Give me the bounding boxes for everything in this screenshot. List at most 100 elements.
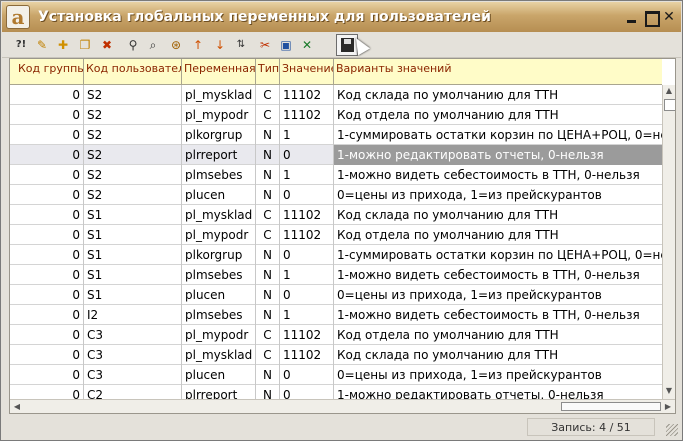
cell-value[interactable]: 0 [280, 245, 334, 265]
cell-value[interactable]: 11102 [280, 105, 334, 125]
table-row[interactable]: 0 S2 pl_mysklad C 11102 Код склада по умолчан… [10, 85, 662, 105]
cell-group[interactable]: 0 [10, 285, 84, 305]
table-row[interactable]: 0 S1 plucen N 0 0=цены из прихода, 1=из прейс… [10, 285, 662, 305]
new-record-icon[interactable]: ✚ [54, 36, 72, 54]
cell-user[interactable]: S2 [84, 125, 182, 145]
excel-export-icon[interactable]: ✕ [298, 36, 316, 54]
cell-user[interactable]: C3 [84, 345, 182, 365]
cell-variants[interactable]: 1-можно редактировать отчеты, 0-нельзя [334, 145, 662, 165]
cell-type[interactable]: N [256, 245, 280, 265]
delete-record-icon[interactable]: ✖ [98, 36, 116, 54]
column-header-user[interactable]: Код пользователя [84, 59, 182, 84]
cell-user[interactable]: S2 [84, 185, 182, 205]
cell-variable[interactable]: plkorgrup [182, 245, 256, 265]
cell-value[interactable]: 1 [280, 165, 334, 185]
table-row[interactable]: 0 S2 plucen N 0 0=цены из прихода, 1=из прейс… [10, 185, 662, 205]
cell-user[interactable]: C3 [84, 365, 182, 385]
cell-user[interactable]: S1 [84, 245, 182, 265]
cell-variants[interactable]: 0=цены из прихода, 1=из прейскурантов [334, 285, 662, 305]
cell-value[interactable]: 1 [280, 125, 334, 145]
column-header-type[interactable]: Тип [256, 59, 280, 84]
table-row[interactable]: 0 S1 pl_mypodr C 11102 Код отдела по умолчани… [10, 225, 662, 245]
help-icon[interactable]: ?! [12, 36, 30, 54]
scroll-up-icon[interactable]: ▲ [664, 86, 674, 96]
cell-value[interactable]: 11102 [280, 225, 334, 245]
table-row[interactable]: 0 S1 pl_mysklad C 11102 Код склада по умолчан… [10, 205, 662, 225]
cell-type[interactable]: N [256, 125, 280, 145]
maximize-button[interactable] [643, 9, 660, 27]
cell-variable[interactable]: plkorgrup [182, 125, 256, 145]
cell-type[interactable]: N [256, 305, 280, 325]
cell-type[interactable]: N [256, 145, 280, 165]
cell-variable[interactable]: pl_mypodr [182, 105, 256, 125]
cell-group[interactable]: 0 [10, 185, 84, 205]
cell-user[interactable]: S2 [84, 85, 182, 105]
cell-variable[interactable]: pl_mysklad [182, 85, 256, 105]
cell-type[interactable]: C [256, 105, 280, 125]
find-icon[interactable]: ⚲ [124, 36, 142, 54]
sort-icon[interactable]: ⇅ [232, 36, 250, 54]
cell-variants[interactable]: 1-можно редактировать отчеты, 0-нельзя [334, 385, 662, 399]
find-next-icon[interactable]: ⌕ [144, 36, 162, 54]
cell-variable[interactable]: pl_mysklad [182, 345, 256, 365]
cell-variants[interactable]: Код отдела по умолчанию для ТТН [334, 105, 662, 125]
cell-user[interactable]: S2 [84, 165, 182, 185]
cell-group[interactable]: 0 [10, 305, 84, 325]
close-button[interactable]: ✕ [661, 9, 677, 25]
table-row[interactable]: 0 S2 plkorgrup N 1 1-суммировать остатки корз… [10, 125, 662, 145]
cell-type[interactable]: N [256, 265, 280, 285]
cell-variable[interactable]: pl_mypodr [182, 225, 256, 245]
scroll-left-icon[interactable]: ◀ [12, 402, 22, 412]
cell-value[interactable]: 1 [280, 305, 334, 325]
cell-variants[interactable]: Код склада по умолчанию для ТТН [334, 345, 662, 365]
table-row[interactable]: 0 C2 plrreport N 0 1-можно редактировать отче… [10, 385, 662, 399]
vertical-scrollbar[interactable]: ▲ ▼ [662, 85, 675, 399]
cell-type[interactable]: C [256, 325, 280, 345]
cell-type[interactable]: N [256, 285, 280, 305]
cell-group[interactable]: 0 [10, 365, 84, 385]
sort-asc-icon[interactable]: ↑ [189, 36, 207, 54]
cell-value[interactable]: 0 [280, 385, 334, 399]
cell-value[interactable]: 11102 [280, 345, 334, 365]
cell-variable[interactable]: plrreport [182, 145, 256, 165]
title-bar[interactable]: a Установка глобальных переменных для по… [2, 2, 681, 32]
cell-value[interactable]: 11102 [280, 85, 334, 105]
sort-desc-icon[interactable]: ↓ [211, 36, 229, 54]
resize-grip-icon[interactable] [666, 424, 678, 436]
cell-variable[interactable]: plmsebes [182, 305, 256, 325]
cell-variants[interactable]: 1-можно видеть себестоимость в ТТН, 0-не… [334, 305, 662, 325]
cell-variants[interactable]: Код отдела по умолчанию для ТТН [334, 225, 662, 245]
variables-table[interactable]: Код группы Код пользователя Переменная Т… [9, 58, 676, 414]
cell-group[interactable]: 0 [10, 125, 84, 145]
cell-variants[interactable]: 0=цены из прихода, 1=из прейскурантов [334, 185, 662, 205]
cell-group[interactable]: 0 [10, 85, 84, 105]
cell-user[interactable]: S2 [84, 105, 182, 125]
cell-user[interactable]: S2 [84, 145, 182, 165]
cell-group[interactable]: 0 [10, 225, 84, 245]
cell-value[interactable]: 1 [280, 265, 334, 285]
cell-variable[interactable]: plrreport [182, 385, 256, 399]
cell-type[interactable]: N [256, 185, 280, 205]
cut-filter-icon[interactable]: ✂ [256, 36, 274, 54]
table-row[interactable]: 0 I2 plmsebes N 1 1-можно видеть себестоимост… [10, 305, 662, 325]
column-header-group[interactable]: Код группы [10, 59, 84, 84]
cell-variants[interactable]: 1-можно видеть себестоимость в ТТН, 0-не… [334, 165, 662, 185]
cell-variable[interactable]: plucen [182, 365, 256, 385]
cell-type[interactable]: N [256, 365, 280, 385]
scroll-right-icon[interactable]: ▶ [663, 402, 673, 412]
filter-icon[interactable]: ⊛ [167, 36, 185, 54]
cell-type[interactable]: C [256, 225, 280, 245]
cell-group[interactable]: 0 [10, 165, 84, 185]
cell-user[interactable]: I2 [84, 305, 182, 325]
table-row[interactable]: 0 C3 pl_mypodr C 11102 Код отдела по умолчани… [10, 325, 662, 345]
copy-record-icon[interactable]: ❐ [76, 36, 94, 54]
cell-type[interactable]: C [256, 205, 280, 225]
cell-variable[interactable]: plmsebes [182, 165, 256, 185]
cell-variants[interactable]: Код отдела по умолчанию для ТТН [334, 325, 662, 345]
cell-value[interactable]: 0 [280, 365, 334, 385]
cell-user[interactable]: S1 [84, 285, 182, 305]
cell-value[interactable]: 0 [280, 185, 334, 205]
horizontal-scroll-thumb[interactable] [561, 402, 661, 411]
cell-variable[interactable]: plucen [182, 285, 256, 305]
cell-value[interactable]: 0 [280, 285, 334, 305]
